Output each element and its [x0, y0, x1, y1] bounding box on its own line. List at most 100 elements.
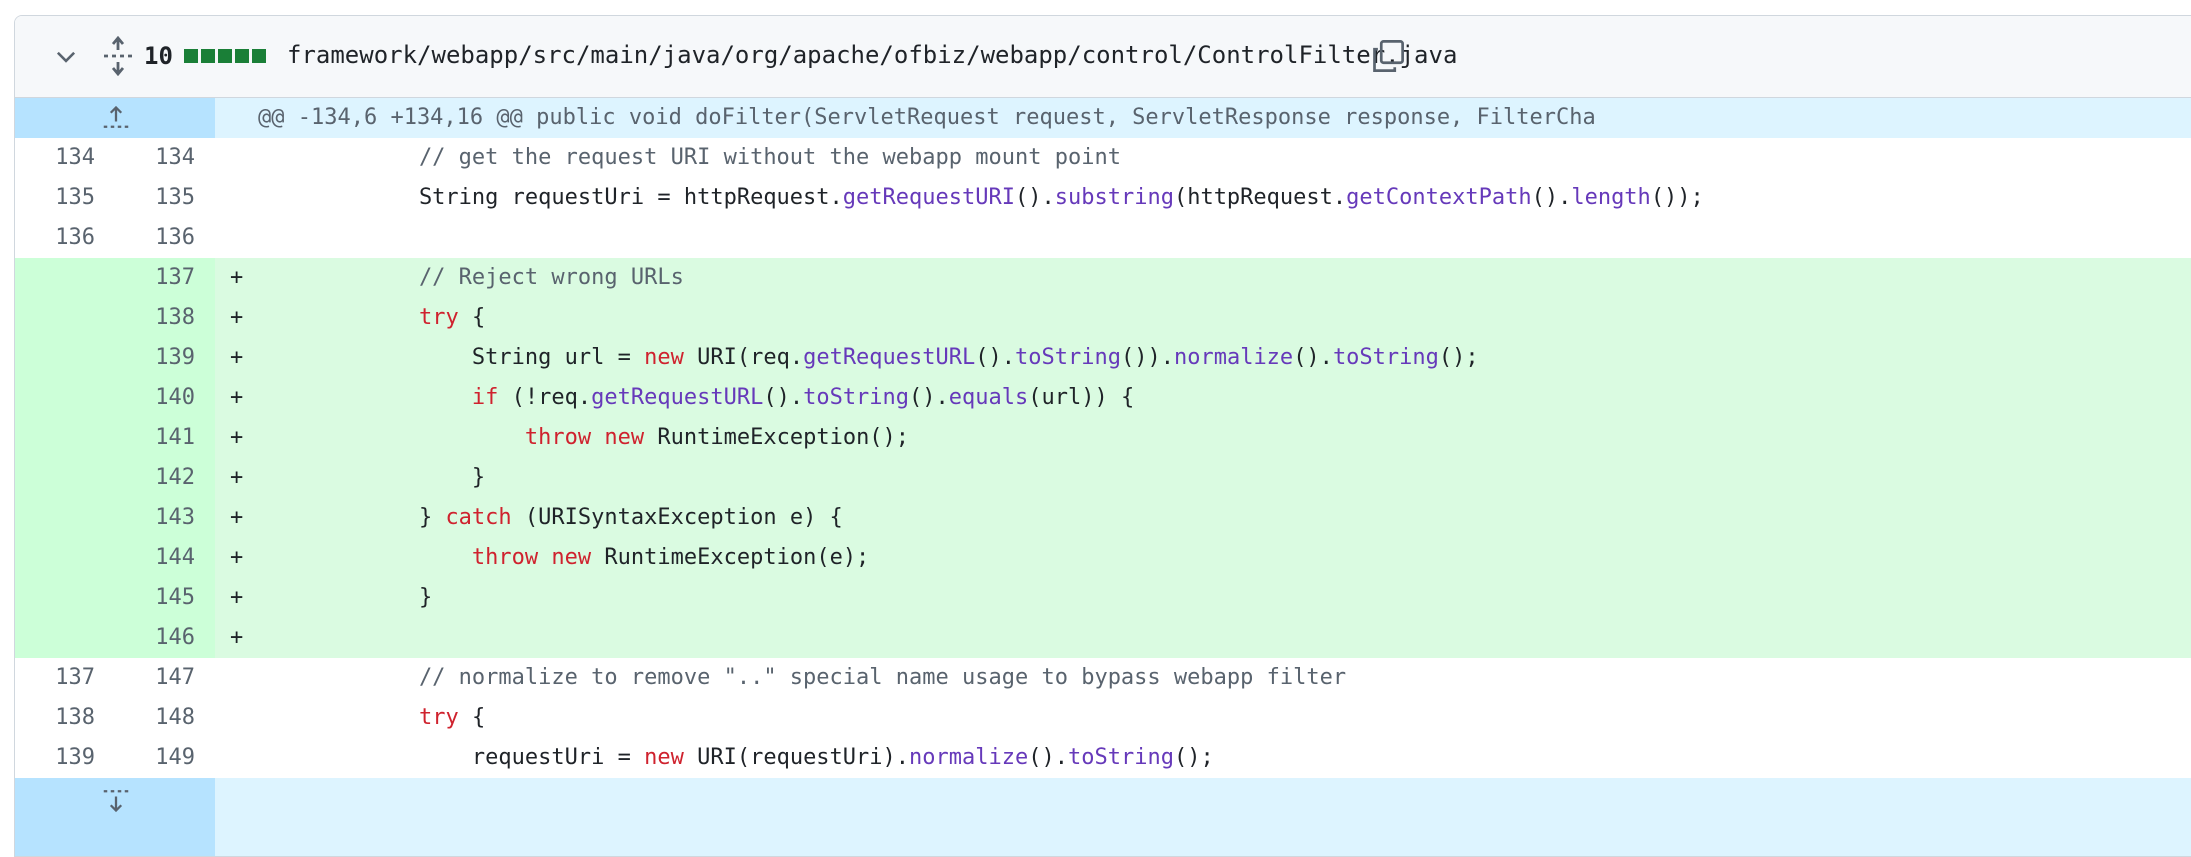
code-token: (). — [1028, 745, 1068, 770]
code-token: RuntimeException(); — [644, 425, 910, 450]
diff-line: 136 136 — [15, 218, 2191, 258]
diff-line: 135 135 String requestUri = httpRequest.… — [15, 178, 2191, 218]
code-line: // get the request URI without the webap… — [260, 138, 1121, 178]
old-line-number[interactable]: 137 — [35, 658, 95, 698]
code-token: RuntimeException(e); — [591, 545, 870, 570]
code-line: throw new RuntimeException(e); — [260, 538, 869, 578]
diffstat-bar — [184, 49, 266, 63]
code-token: } — [260, 505, 446, 530]
keyword-token: try — [418, 705, 459, 730]
code-token: requestUri = — [260, 745, 645, 770]
keyword-token: try — [418, 305, 459, 330]
old-line-number — [35, 498, 95, 538]
expand-up-icon[interactable] — [101, 104, 131, 132]
diffstat-block — [218, 49, 232, 63]
new-line-number[interactable]: 136 — [135, 218, 195, 258]
old-line-number — [35, 418, 95, 458]
diff-line: 134 134 // get the request URI without t… — [15, 138, 2191, 178]
diff-line: 137 147 // normalize to remove ".." spec… — [15, 658, 2191, 698]
code-line: } catch (URISyntaxException e) { — [260, 498, 843, 538]
old-line-number — [35, 578, 95, 618]
diff-marker: + — [230, 505, 244, 530]
diff-line: 139 149 requestUri = new URI(requestUri)… — [15, 738, 2191, 778]
new-line-number[interactable]: 146 — [135, 618, 195, 658]
hunk-expander[interactable] — [15, 778, 215, 856]
diff-line-added: 145 + } — [15, 578, 2191, 618]
old-line-number — [35, 458, 95, 498]
new-line-number[interactable]: 142 — [135, 458, 195, 498]
diff-line-added: 139 + String url = new URI(req.getReques… — [15, 338, 2191, 378]
file-path[interactable]: framework/webapp/src/main/java/org/apach… — [287, 41, 1457, 69]
method-token: normalize — [1173, 345, 1294, 370]
keyword-token: new — [604, 425, 645, 450]
code-line: } — [260, 465, 486, 490]
new-line-number[interactable]: 137 — [135, 258, 195, 298]
new-line-number[interactable]: 143 — [135, 498, 195, 538]
diff-line-added: 144 + throw new RuntimeException(e); — [15, 538, 2191, 578]
new-line-number[interactable]: 145 — [135, 578, 195, 618]
diff-marker: + — [230, 545, 244, 570]
old-line-number[interactable]: 134 — [35, 138, 95, 178]
old-line-number[interactable]: 135 — [35, 178, 95, 218]
copy-icon[interactable] — [1370, 38, 1406, 74]
old-line-number — [35, 378, 95, 418]
new-line-number[interactable]: 141 — [135, 418, 195, 458]
code-token: { — [458, 305, 486, 330]
new-line-number[interactable]: 144 — [135, 538, 195, 578]
old-line-number[interactable]: 138 — [35, 698, 95, 738]
new-line-number[interactable]: 138 — [135, 298, 195, 338]
new-line-number[interactable]: 149 — [135, 738, 195, 778]
expand-down-icon[interactable] — [101, 786, 131, 814]
code-token: (). — [1014, 185, 1055, 210]
new-line-number[interactable]: 135 — [135, 178, 195, 218]
diff-line-added: 143 + } catch (URISyntaxException e) { — [15, 498, 2191, 538]
diff-file: 10 framework/webapp/src/main/java/org/ap… — [14, 15, 2191, 857]
old-line-number[interactable]: 136 — [35, 218, 95, 258]
old-line-number — [35, 258, 95, 298]
code-token: (). — [1293, 345, 1333, 370]
hunk-header-row: @@ -134,6 +134,16 @@ public void doFilte… — [15, 98, 2191, 138]
code-token: String requestUri = httpRequest. — [260, 185, 843, 210]
method-token: normalize — [909, 745, 1029, 770]
code-line: try { — [260, 298, 485, 338]
code-token: (!req. — [498, 385, 592, 410]
diff-marker: + — [230, 465, 244, 490]
new-line-number[interactable]: 147 — [135, 658, 195, 698]
code-line: } — [260, 585, 433, 610]
diff-line-added: 141 + throw new RuntimeException(); — [15, 418, 2191, 458]
code-token: (). — [1531, 185, 1572, 210]
code-token: ()). — [1120, 345, 1174, 370]
hunk-expander[interactable] — [15, 98, 215, 138]
new-line-number[interactable]: 148 — [135, 698, 195, 738]
code-token: URI(req. — [683, 345, 804, 370]
diff-marker: + — [230, 385, 244, 410]
new-line-number[interactable]: 134 — [135, 138, 195, 178]
diff-marker: + — [230, 625, 244, 650]
diff-marker: + — [230, 305, 244, 330]
chevron-down-icon[interactable] — [53, 43, 79, 69]
old-line-number[interactable]: 139 — [35, 738, 95, 778]
method-token: toString — [803, 385, 910, 410]
diffstat-block — [184, 49, 198, 63]
code-line: // Reject wrong URLs — [260, 258, 684, 298]
comment: // normalize to remove ".." special name… — [260, 665, 1347, 690]
diff-marker: + — [230, 265, 244, 290]
diffstat-block — [201, 49, 215, 63]
old-line-number — [35, 538, 95, 578]
unfold-icon[interactable] — [101, 36, 135, 76]
diff-line: 138 148 try { — [15, 698, 2191, 738]
method-token: substring — [1054, 185, 1174, 210]
code-token: (); — [1438, 345, 1479, 370]
diff-marker: + — [230, 345, 244, 370]
new-line-number[interactable]: 140 — [135, 378, 195, 418]
method-token: getRequestURL — [803, 345, 976, 370]
diffstat-block — [252, 49, 266, 63]
new-line-number[interactable]: 139 — [135, 338, 195, 378]
method-token: toString — [1332, 345, 1439, 370]
keyword-token: catch — [445, 505, 512, 530]
keyword-token: if — [471, 385, 499, 410]
